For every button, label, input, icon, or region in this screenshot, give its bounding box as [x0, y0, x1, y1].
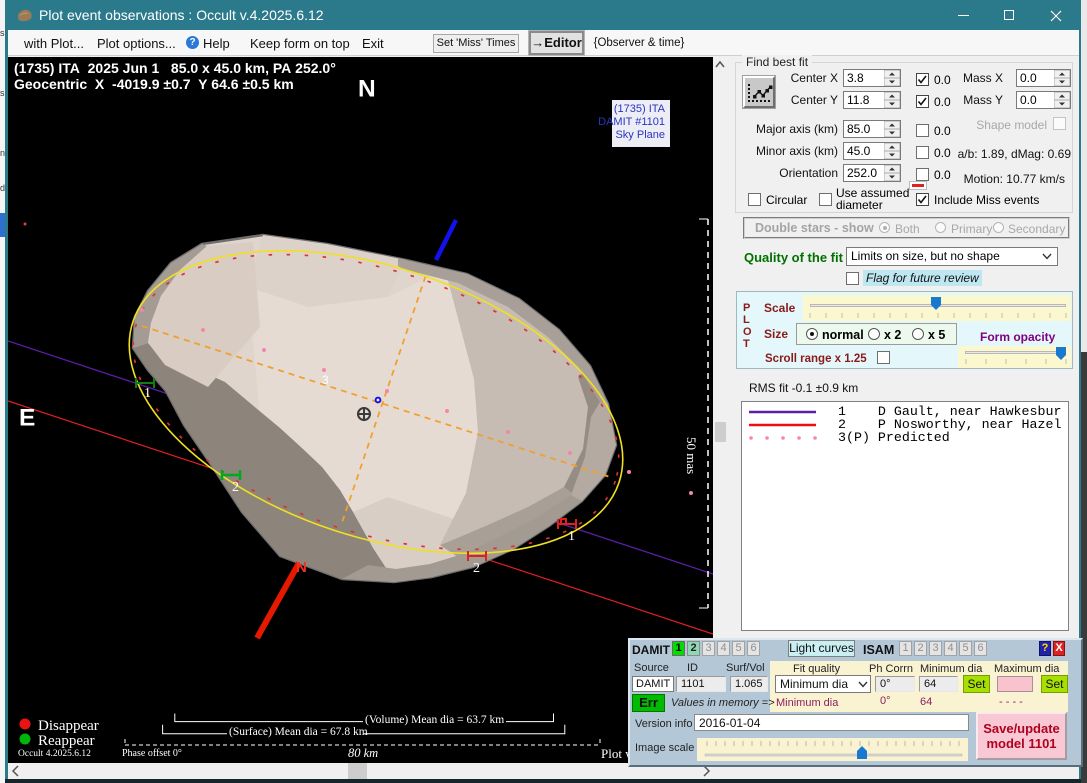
- svg-text:DAMIT #1101: DAMIT #1101: [598, 116, 665, 128]
- svg-text:(1735) ITA: (1735) ITA: [614, 103, 666, 115]
- svg-text:80 km: 80 km: [348, 746, 378, 760]
- svg-text:1: 1: [144, 386, 151, 401]
- svg-text:E: E: [19, 405, 35, 432]
- svg-text:(Surface) Mean dia = 67.8 km: (Surface) Mean dia = 67.8 km: [229, 726, 368, 738]
- svg-text:Disappear: Disappear: [38, 718, 99, 734]
- svg-text:Sky Plane: Sky Plane: [615, 129, 665, 141]
- svg-text:Phase offset 0°: Phase offset 0°: [122, 748, 182, 759]
- svg-text:2: 2: [232, 480, 239, 495]
- svg-text:3: 3: [322, 373, 329, 387]
- svg-text:(1735) ITA 2025 Jun 1 85.0: (1735) ITA 2025 Jun 1 85.0 x 45.0 km, PA…: [14, 60, 336, 76]
- svg-text:1: 1: [568, 529, 575, 544]
- svg-text:Reappear: Reappear: [38, 733, 95, 749]
- svg-text:2: 2: [473, 561, 480, 576]
- svg-text:(Volume) Mean dia = 63.7 km: (Volume) Mean dia = 63.7 km: [365, 714, 504, 726]
- svg-text:Occult 4.2025.6.12: Occult 4.2025.6.12: [18, 749, 91, 759]
- svg-text:50 mas: 50 mas: [684, 437, 699, 474]
- svg-text:Geocentric X -4019.9 ±0.7 Y: Geocentric X -4019.9 ±0.7 Y 64.6 ±0.5 km: [14, 76, 294, 92]
- svg-text:N: N: [296, 559, 307, 576]
- svg-text:N: N: [358, 76, 376, 103]
